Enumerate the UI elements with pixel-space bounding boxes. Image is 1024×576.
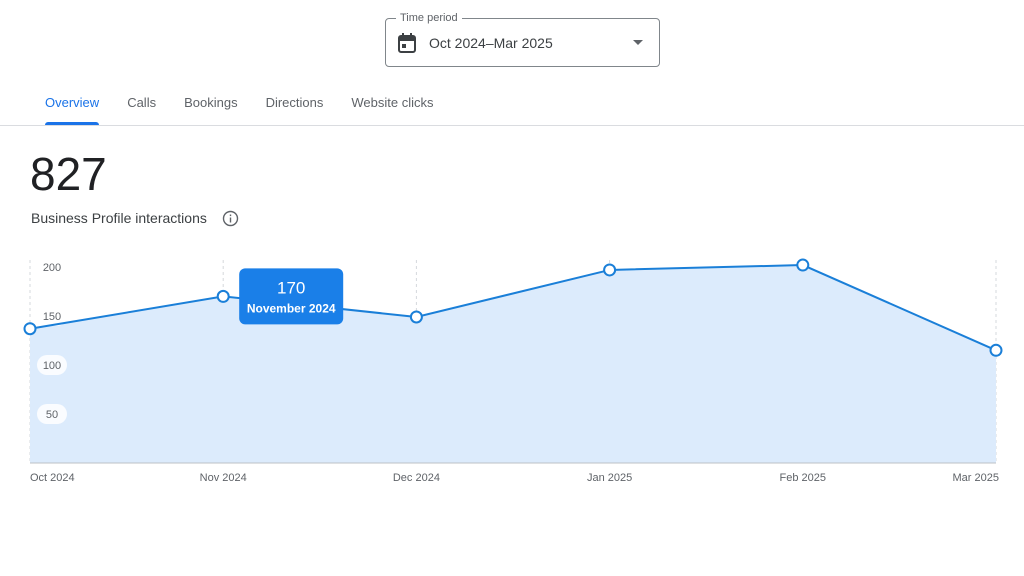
interactions-chart: 200 150 100 50 Oct 2024 Nov 2024 Dec 2024 Jan 2… (23, 258, 1003, 484)
tab-website-clicks[interactable]: Website clicks (337, 80, 447, 125)
dropdown-caret-icon (633, 40, 643, 45)
total-interactions-value: 827 (30, 148, 107, 200)
tooltip-value: 170 (277, 278, 305, 297)
tab-calls[interactable]: Calls (113, 80, 170, 125)
data-point-0 (23, 322, 37, 336)
y-tick-100: 100 (37, 355, 67, 375)
y-tick-label: 200 (43, 262, 61, 274)
time-period-legend: Time period (396, 11, 462, 25)
x-tick-label-2: Dec 2024 (393, 472, 440, 484)
tooltip-label: November 2024 (247, 301, 336, 315)
tab-bookings[interactable]: Bookings (170, 80, 251, 125)
y-tick-label: 150 (43, 311, 61, 323)
y-tick-label: 50 (46, 409, 58, 421)
x-tick-label-3: Jan 2025 (587, 472, 632, 484)
tabs-divider (0, 125, 1024, 126)
data-point-5 (989, 343, 1003, 357)
time-period-select[interactable]: Time period Oct 2024–Mar 2025 (385, 11, 660, 67)
x-tick-label-4: Feb 2025 (780, 472, 826, 484)
data-point-2 (409, 310, 423, 324)
series-area (30, 265, 996, 463)
tab-directions[interactable]: Directions (252, 80, 338, 125)
calendar-icon (398, 33, 416, 53)
y-tick-50: 50 (37, 404, 67, 424)
tooltip: 170 November 2024 (239, 268, 344, 325)
y-tick-200: 200 (43, 262, 61, 274)
data-point-1 (216, 289, 230, 303)
data-point-3 (603, 263, 617, 277)
x-tick-label-1: Nov 2024 (200, 472, 247, 484)
time-period-value: Oct 2024–Mar 2025 (429, 35, 553, 51)
x-tick-label-5: Mar 2025 (953, 472, 999, 484)
y-tick-label: 100 (43, 360, 61, 372)
info-icon[interactable] (222, 210, 239, 227)
x-tick-label-0: Oct 2024 (30, 472, 75, 484)
tab-bar: Overview Calls Bookings Directions Websi… (31, 80, 448, 125)
tab-overview[interactable]: Overview (31, 80, 113, 125)
metric-label: Business Profile interactions (31, 210, 207, 226)
data-point-4 (796, 258, 810, 272)
